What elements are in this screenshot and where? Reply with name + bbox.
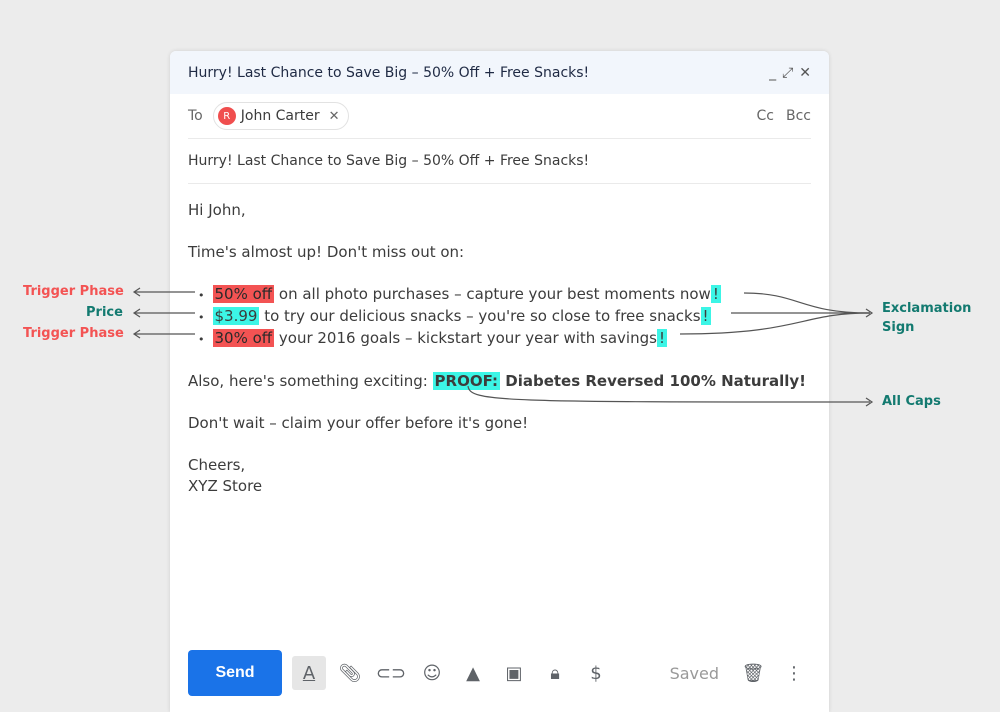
closing: Cheers, [188, 456, 246, 474]
signature: XYZ Store [188, 477, 263, 495]
exclamation-highlight: ! [656, 329, 667, 347]
highlight-price: $3.99 [212, 307, 260, 325]
highlight-trigger: 30% off [212, 329, 275, 347]
wait-line: Don't wait – claim your offer before it'… [188, 414, 529, 432]
window-title: Hurry! Last Chance to Save Big – 50% Off… [188, 64, 590, 81]
highlight-caps: PROOF: [432, 372, 501, 390]
highlight-trigger: 50% off [212, 285, 275, 303]
greeting: Hi John, [188, 201, 246, 219]
cc-button[interactable]: Cc [757, 108, 774, 124]
intro: Time's almost up! Don't miss out on: [188, 243, 465, 261]
to-row: To R John Carter ✕ Cc Bcc [188, 94, 811, 139]
title-bar: Hurry! Last Chance to Save Big – 50% Off… [170, 51, 829, 94]
also-line: Also, here's something exciting: PROOF: … [188, 371, 811, 392]
list-item: 50% off on all photo purchases – capture… [198, 284, 811, 306]
subject-field[interactable]: Hurry! Last Chance to Save Big – 50% Off… [188, 139, 811, 184]
recipient-chip[interactable]: R John Carter ✕ [212, 102, 349, 130]
compose-toolbar: Send A 📎︎ ⊂⊃ ☺ ▲ ▣ 🔒︎ $ Saved 🗑︎ ⋮ [188, 650, 811, 696]
bcc-button[interactable]: Bcc [786, 108, 811, 124]
exclamation-highlight: ! [710, 285, 721, 303]
confidential-icon[interactable]: 🔒︎ [538, 656, 572, 690]
recipient-name: John Carter [240, 108, 320, 124]
trash-icon[interactable]: 🗑︎ [736, 656, 770, 690]
photo-icon[interactable]: ▣ [497, 656, 531, 690]
close-icon[interactable]: ✕ [799, 65, 811, 81]
message-body[interactable]: Hi John, Time's almost up! Don't miss ou… [170, 184, 829, 497]
annotation-trigger-1: Trigger Phase [23, 284, 124, 299]
annotation-exclamation: Exclamation Sign [882, 301, 972, 335]
drive-icon[interactable]: ▲ [456, 656, 490, 690]
annotation-trigger-2: Trigger Phase [23, 326, 124, 341]
remove-recipient-icon[interactable]: ✕ [329, 109, 340, 124]
send-button[interactable]: Send [188, 650, 282, 696]
annotation-caps: All Caps [882, 394, 941, 409]
annotation-price: Price [86, 305, 123, 320]
also-text: Also, here's something exciting: [188, 372, 433, 390]
saved-status: Saved [669, 663, 719, 683]
dollar-icon[interactable]: $ [579, 656, 613, 690]
bullet-text: your 2016 goals – kickstart your year wi… [274, 329, 657, 347]
minimize-icon[interactable]: _ [769, 65, 776, 81]
format-text-icon[interactable]: A [292, 656, 326, 690]
exclamation-highlight: ! [700, 307, 711, 325]
link-icon[interactable]: ⊂⊃ [374, 656, 408, 690]
bullet-text: to try our delicious snacks – you're so … [259, 307, 701, 325]
compose-window: Hurry! Last Chance to Save Big – 50% Off… [170, 51, 829, 712]
bullet-text: on all photo purchases – capture your be… [274, 285, 711, 303]
to-label: To [188, 108, 203, 124]
avatar: R [217, 107, 236, 125]
list-item: $3.99 to try our delicious snacks – you'… [198, 306, 811, 328]
more-options-icon[interactable]: ⋮ [777, 656, 811, 690]
emoji-icon[interactable]: ☺ [415, 656, 449, 690]
attach-icon[interactable]: 📎︎ [333, 656, 367, 690]
expand-icon[interactable]: ⤢ [782, 65, 793, 81]
claim-text: Diabetes Reversed 100% Naturally! [500, 372, 807, 390]
list-item: 30% off your 2016 goals – kickstart your… [198, 328, 811, 350]
